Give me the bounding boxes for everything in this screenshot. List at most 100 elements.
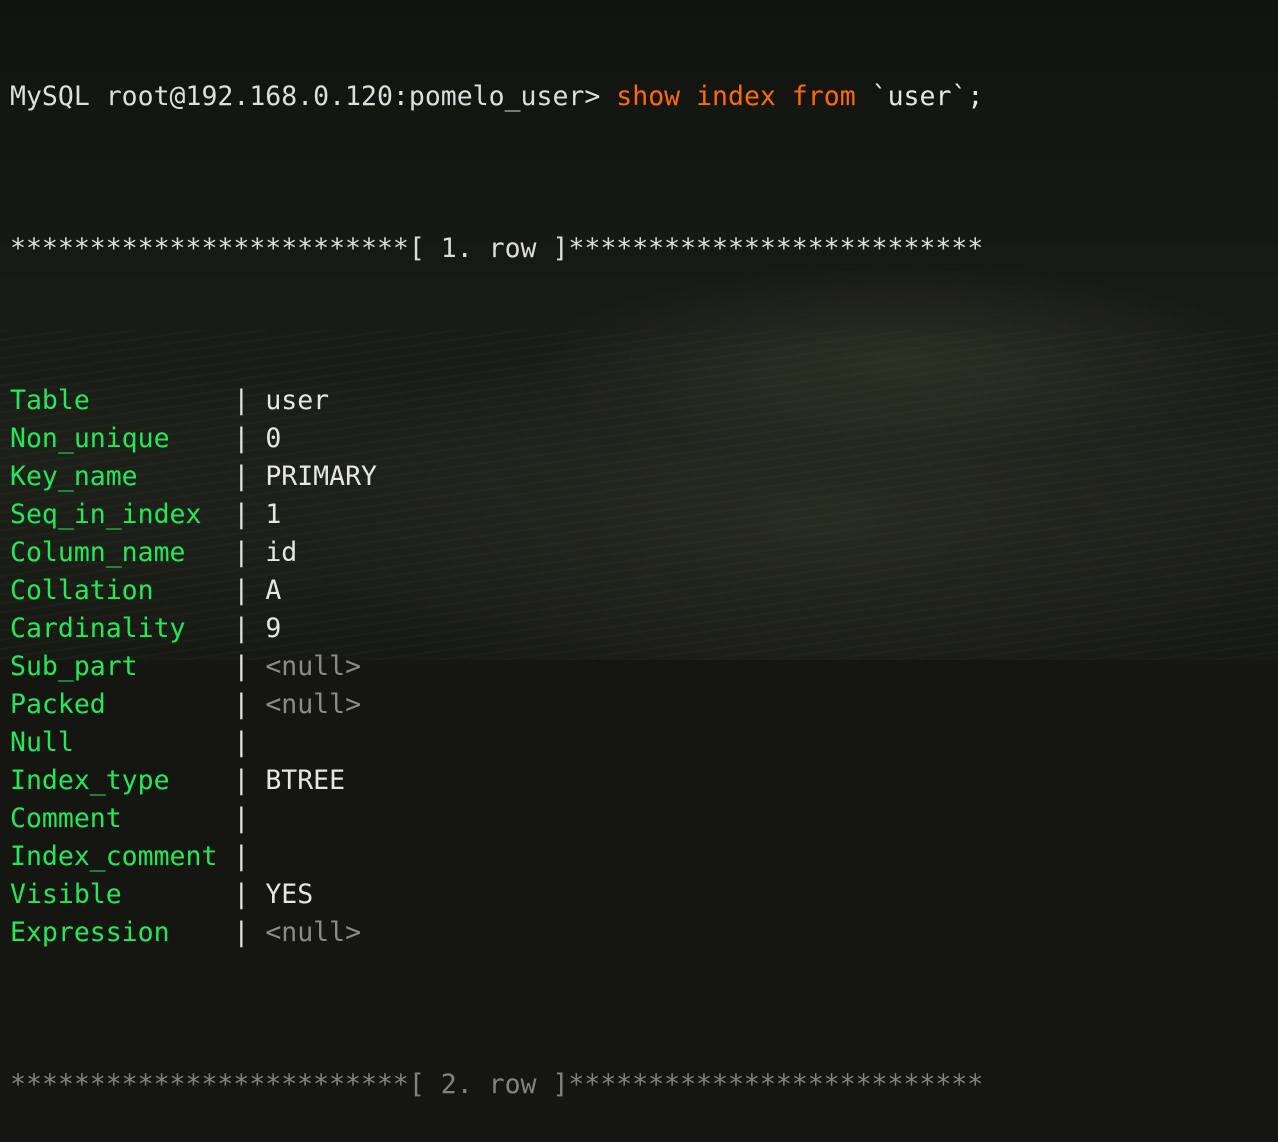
field-separator: | [233, 727, 250, 758]
field-gap [249, 841, 265, 872]
field-padding [170, 423, 234, 454]
command-keyword-from: from [791, 81, 856, 112]
field-separator: | [233, 841, 250, 872]
result-field-row: Cardinality | 9 [10, 610, 1278, 648]
field-gap [249, 461, 265, 492]
field-gap [249, 727, 265, 758]
next-row-header-label: [ 2. row ] [408, 1069, 569, 1100]
field-name: Cardinality [10, 613, 186, 644]
result-field-row: Column_name | id [10, 534, 1278, 572]
field-separator: | [233, 575, 250, 606]
field-value: BTREE [265, 765, 346, 796]
next-row-header: *************************[ 2. row ]*****… [10, 1066, 1278, 1104]
field-padding [170, 917, 234, 948]
field-separator: | [233, 803, 250, 834]
field-name: Index_type [10, 765, 170, 796]
field-gap [249, 423, 265, 454]
field-name: Null [10, 727, 74, 758]
field-separator: | [233, 651, 250, 682]
result-field-row: Table | user [10, 382, 1278, 420]
result-field-row: Collation | A [10, 572, 1278, 610]
field-name: Packed [10, 689, 106, 720]
field-gap [249, 879, 265, 910]
field-gap [249, 499, 265, 530]
field-padding [138, 461, 234, 492]
field-gap [249, 651, 265, 682]
field-name: Key_name [10, 461, 138, 492]
field-separator: | [233, 917, 250, 948]
field-padding [217, 841, 233, 872]
shell-prompt: MySQL root@192.168.0.120:pomelo_user> [10, 81, 601, 112]
field-name: Table [10, 385, 90, 416]
field-name: Collation [10, 575, 154, 606]
field-value: YES [265, 879, 314, 910]
result-field-row: Comment | [10, 800, 1278, 838]
command-keyword-show: show [616, 81, 681, 112]
field-value: id [265, 537, 298, 568]
command-line: MySQL root@192.168.0.120:pomelo_user> sh… [10, 78, 1278, 116]
row-header-stars-left: ************************* [10, 233, 409, 264]
field-padding [170, 765, 234, 796]
result-field-row: Null | [10, 724, 1278, 762]
next-row-header-stars-right: ************************** [568, 1069, 984, 1100]
command-table-argument: `user`; [871, 81, 984, 112]
field-gap [249, 765, 265, 796]
field-gap [249, 803, 265, 834]
field-name: Column_name [10, 537, 186, 568]
field-padding [74, 727, 234, 758]
field-name: Seq_in_index [10, 499, 202, 530]
field-separator: | [233, 765, 250, 796]
result-field-row: Non_unique | 0 [10, 420, 1278, 458]
field-value: A [265, 575, 282, 606]
result-field-row: Index_comment | [10, 838, 1278, 876]
field-value-null: <null> [265, 917, 362, 948]
field-padding [122, 803, 234, 834]
field-separator: | [233, 879, 250, 910]
field-value-null: <null> [265, 689, 362, 720]
field-gap [249, 689, 265, 720]
field-gap [249, 613, 265, 644]
result-field-row: Expression | <null> [10, 914, 1278, 952]
result-field-row: Index_type | BTREE [10, 762, 1278, 800]
field-padding [186, 613, 234, 644]
field-padding [106, 689, 234, 720]
field-value: 9 [265, 613, 282, 644]
field-padding [201, 499, 233, 530]
field-padding [186, 537, 234, 568]
field-padding [122, 879, 234, 910]
field-value: 1 [265, 499, 282, 530]
field-name: Non_unique [10, 423, 170, 454]
field-name: Sub_part [10, 651, 138, 682]
field-separator: | [233, 461, 250, 492]
result-field-row: Packed | <null> [10, 686, 1278, 724]
field-separator: | [233, 423, 250, 454]
result-fields: Table | user Non_unique | 0 Key_name | PRI… [10, 382, 1278, 952]
result-field-row: Seq_in_index | 1 [10, 496, 1278, 534]
field-gap [249, 575, 265, 606]
field-name: Comment [10, 803, 122, 834]
field-separator: | [233, 537, 250, 568]
field-value: user [265, 385, 330, 416]
field-name: Index_comment [10, 841, 218, 872]
row-header: *************************[ 1. row ]*****… [10, 230, 1278, 268]
next-row-header-stars-left: ************************* [10, 1069, 409, 1100]
field-separator: | [233, 689, 250, 720]
field-gap [249, 917, 265, 948]
field-padding [90, 385, 234, 416]
result-field-row: Visible | YES [10, 876, 1278, 914]
field-name: Expression [10, 917, 170, 948]
field-separator: | [233, 613, 250, 644]
command-keyword-index: index [696, 81, 776, 112]
result-field-row: Sub_part | <null> [10, 648, 1278, 686]
field-separator: | [233, 385, 250, 416]
field-name: Visible [10, 879, 122, 910]
field-value-null: <null> [265, 651, 362, 682]
terminal-output[interactable]: MySQL root@192.168.0.120:pomelo_user> sh… [10, 2, 1278, 1142]
result-field-row: Key_name | PRIMARY [10, 458, 1278, 496]
field-gap [249, 385, 265, 416]
row-header-label: [ 1. row ] [408, 233, 569, 264]
row-header-stars-right: ************************** [568, 233, 984, 264]
field-padding [138, 651, 234, 682]
field-separator: | [233, 499, 250, 530]
field-value: 0 [265, 423, 282, 454]
